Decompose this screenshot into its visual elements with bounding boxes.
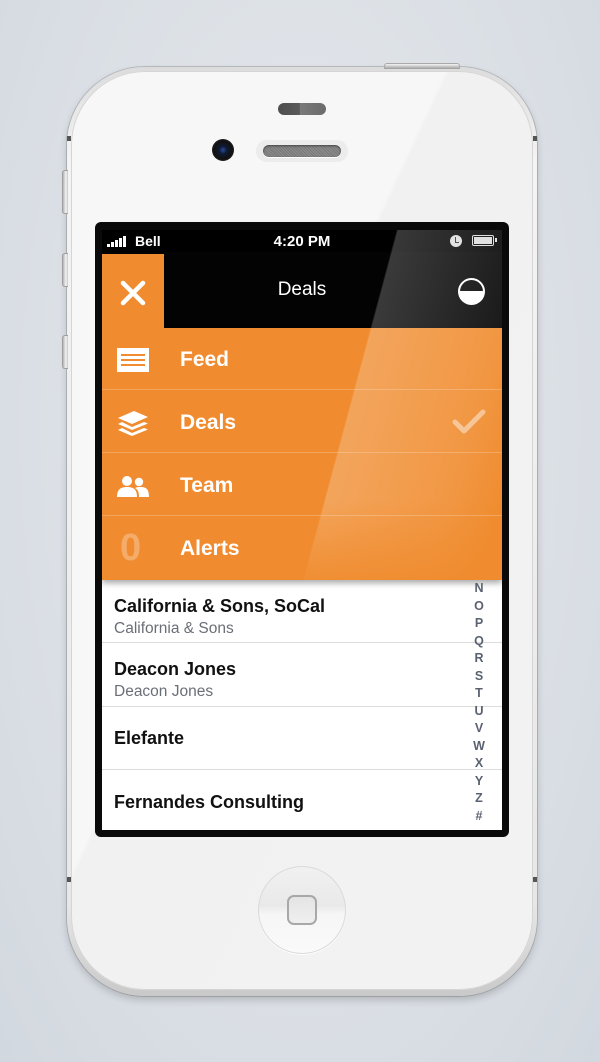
volume-up-button [62, 253, 68, 287]
index-letter[interactable]: Q [474, 633, 484, 651]
navigation-menu: Feed Deals Team 0 Alerts [102, 328, 502, 580]
status-bar: Bell 4:20 PM [102, 230, 502, 252]
index-letter[interactable]: T [475, 685, 483, 703]
menu-item-alerts[interactable]: 0 Alerts [102, 517, 502, 579]
screen: Bell 4:20 PM Deals Feed Deals Team 0 Ale… [102, 230, 502, 830]
alarm-icon [450, 235, 462, 247]
list-item[interactable]: Elefante [102, 707, 502, 770]
index-letter[interactable]: N [474, 580, 483, 598]
antenna-band [67, 136, 71, 141]
index-letter[interactable]: Z [475, 790, 483, 808]
index-letter[interactable]: # [476, 808, 483, 826]
alerts-count-badge: 0 [120, 527, 142, 569]
menu-item-deals[interactable]: Deals [102, 391, 502, 453]
index-letter[interactable]: Y [475, 773, 483, 791]
menu-item-team[interactable]: Team [102, 454, 502, 516]
antenna-band [67, 877, 71, 882]
proximity-sensor [278, 103, 326, 115]
index-letter[interactable]: R [474, 650, 483, 668]
index-letter[interactable]: W [473, 738, 485, 756]
menu-label: Team [180, 474, 234, 497]
row-subtitle: California & Sons [114, 620, 234, 637]
battery-icon [472, 235, 497, 246]
row-title: California & Sons, SoCal [114, 596, 326, 616]
volume-down-button [62, 335, 68, 369]
earpiece-speaker [263, 145, 341, 157]
index-letter[interactable]: S [475, 668, 483, 686]
list-item[interactable]: Deacon Jones Deacon Jones [102, 644, 502, 707]
deals-list: California & Sons, SoCal California & So… [102, 580, 502, 830]
mute-switch [62, 170, 68, 214]
front-camera [212, 139, 234, 161]
check-icon [452, 409, 486, 434]
stack-layers-icon [118, 411, 148, 436]
half-circle-icon[interactable] [458, 278, 485, 305]
row-subtitle: Deacon Jones [114, 683, 214, 700]
row-title: Fernandes Consulting [114, 792, 305, 812]
antenna-band [533, 136, 537, 141]
menu-item-feed[interactable]: Feed [102, 328, 502, 390]
menu-label: Feed [180, 348, 230, 371]
home-square-icon [287, 895, 317, 925]
close-icon [120, 280, 146, 306]
menu-label: Alerts [180, 537, 240, 560]
index-letter[interactable]: X [475, 755, 483, 773]
close-menu-button[interactable] [102, 254, 164, 330]
index-letter[interactable]: U [474, 703, 483, 721]
index-letter[interactable]: V [475, 720, 483, 738]
team-people-icon [117, 476, 149, 497]
index-letter[interactable]: P [475, 615, 483, 633]
sleep-button [384, 63, 460, 69]
menu-label: Deals [180, 411, 237, 434]
home-button[interactable] [258, 866, 346, 954]
status-time: 4:20 PM [273, 233, 331, 250]
row-title: Deacon Jones [114, 659, 237, 679]
feed-list-icon [117, 348, 149, 372]
list-item[interactable]: California & Sons, SoCal California & So… [102, 580, 502, 643]
row-title: Elefante [114, 728, 185, 748]
alphabet-index[interactable]: N O P Q R S T U V W X Y Z # [470, 580, 488, 825]
index-letter[interactable]: O [474, 598, 484, 616]
list-item[interactable]: Fernandes Consulting [102, 770, 502, 830]
antenna-band [533, 877, 537, 882]
